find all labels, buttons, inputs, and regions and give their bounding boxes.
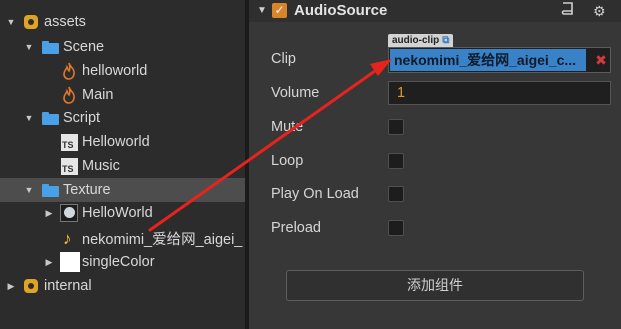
assets-db-icon xyxy=(23,14,39,30)
expand-arrow-icon[interactable]: ▼ xyxy=(24,106,34,130)
tree-item-label: Texture xyxy=(63,182,111,198)
tree-item-helloworld-scene[interactable]: helloworld xyxy=(0,59,245,83)
mute-checkbox[interactable] xyxy=(388,119,404,135)
expand-arrow-icon[interactable]: ▼ xyxy=(24,178,34,202)
tree-item-helloworld-ts[interactable]: TS Helloworld xyxy=(0,130,245,154)
tree-item-label: Music xyxy=(82,158,120,174)
collapse-arrow-icon[interactable]: ▶ xyxy=(44,201,54,225)
tree-item-label: helloworld xyxy=(82,63,148,79)
clip-label: Clip xyxy=(271,51,296,67)
fire-icon xyxy=(63,86,75,104)
tree-item-label: Main xyxy=(82,87,114,103)
loop-checkbox[interactable] xyxy=(388,153,404,169)
book-icon[interactable] xyxy=(561,2,574,20)
play-on-load-checkbox[interactable] xyxy=(388,186,404,202)
tree-item-label: HelloWorld xyxy=(82,205,153,221)
tree-item-script-folder[interactable]: ▼ Script xyxy=(0,106,245,130)
tree-item-helloworld-texture[interactable]: ▶ HelloWorld xyxy=(0,201,245,225)
loop-label: Loop xyxy=(271,153,304,169)
ts-icon: TS xyxy=(61,134,78,151)
external-link-icon[interactable]: ⧉ xyxy=(442,35,449,46)
clip-value[interactable]: nekomimi_爱给网_aigei_c... xyxy=(390,49,586,71)
enable-checkbox[interactable]: ✓ xyxy=(272,3,287,18)
image-thumbnail-icon xyxy=(60,204,78,222)
white-texture-icon xyxy=(60,252,80,272)
tree-item-scene-folder[interactable]: ▼ Scene xyxy=(0,35,245,59)
clip-field[interactable]: nekomimi_爱给网_aigei_c... ✖ xyxy=(388,47,611,73)
fold-arrow-icon[interactable]: ▼ xyxy=(257,0,267,22)
component-header[interactable]: ▼ ✓ AudioSource ⚙ xyxy=(249,0,621,22)
preload-label: Preload xyxy=(271,220,321,236)
gear-icon[interactable]: ⚙ xyxy=(593,2,606,20)
tree-item-main-scene[interactable]: Main xyxy=(0,83,245,107)
tree-item-singlecolor[interactable]: ▶ singleColor xyxy=(0,250,245,274)
folder-icon xyxy=(42,41,59,54)
assets-db-icon xyxy=(23,278,39,294)
tree-item-label: Scene xyxy=(63,39,105,55)
assets-panel: ▼ assets ▼ Scene helloworld Main ▼ Scrip… xyxy=(0,0,245,329)
add-component-button[interactable]: 添加组件 xyxy=(286,270,584,301)
collapse-arrow-icon[interactable]: ▶ xyxy=(44,250,54,274)
volume-label: Volume xyxy=(271,85,320,101)
component-title: AudioSource xyxy=(294,2,388,19)
tree-item-internal[interactable]: ▶ internal xyxy=(0,274,245,298)
ts-icon: TS xyxy=(61,158,78,175)
tree-item-texture-folder[interactable]: ▼ Texture xyxy=(0,178,245,202)
tree-item-assets[interactable]: ▼ assets xyxy=(0,10,245,34)
tree-item-label: nekomimi_爱给网_aigei_ xyxy=(82,232,243,248)
tree-item-label: assets xyxy=(44,14,86,30)
preload-checkbox[interactable] xyxy=(388,220,404,236)
volume-input[interactable]: 1 xyxy=(388,81,611,105)
asset-type-text: audio-clip xyxy=(392,35,440,46)
mute-label: Mute xyxy=(271,119,304,135)
tree-item-label: internal xyxy=(44,278,92,294)
collapse-arrow-icon[interactable]: ▶ xyxy=(6,274,16,298)
tree-item-label: singleColor xyxy=(82,254,155,270)
tree-item-music-ts[interactable]: TS Music xyxy=(0,154,245,178)
inspector-panel: ▼ ✓ AudioSource ⚙ Clip audio-clip ⧉ nekom… xyxy=(249,0,621,329)
close-icon[interactable]: ✖ xyxy=(594,48,608,72)
music-note-icon: ♪ xyxy=(63,229,72,248)
tree-item-label: Helloworld xyxy=(82,134,150,150)
fire-icon xyxy=(63,62,75,80)
folder-icon xyxy=(42,184,59,197)
folder-icon xyxy=(42,112,59,125)
expand-arrow-icon[interactable]: ▼ xyxy=(6,10,16,34)
tree-item-label: Script xyxy=(63,110,101,126)
asset-type-tag: audio-clip ⧉ xyxy=(388,34,454,47)
expand-arrow-icon[interactable]: ▼ xyxy=(24,35,34,59)
play-on-load-label: Play On Load xyxy=(271,186,359,202)
tree-item-audio-file[interactable]: ♪ nekomimi_爱给网_aigei_ xyxy=(0,228,245,252)
